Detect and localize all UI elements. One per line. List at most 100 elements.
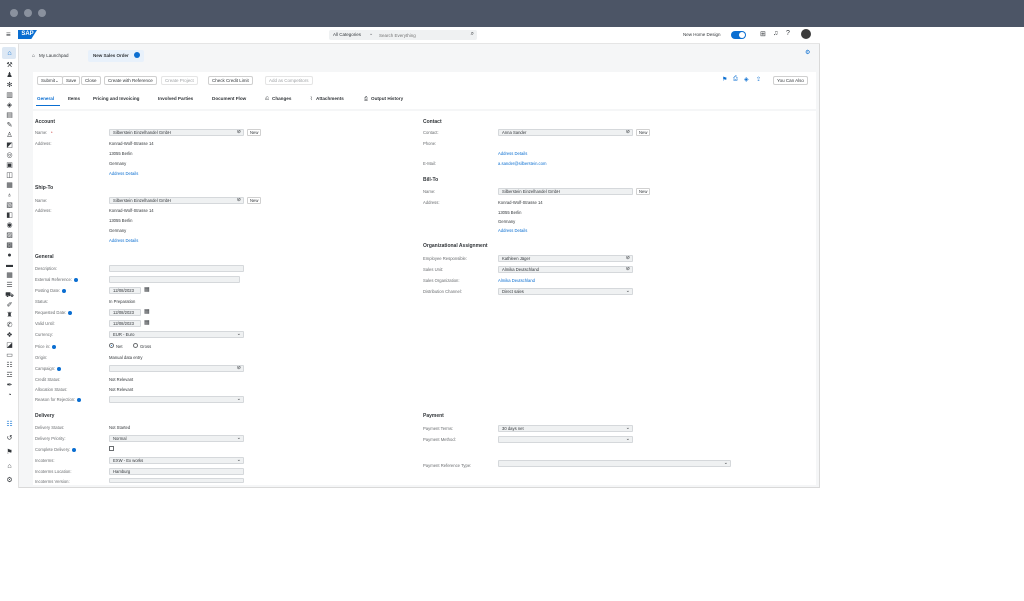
- tab-new-sales-order-label[interactable]: New Sales Order: [93, 50, 129, 62]
- user-avatar[interactable]: [801, 29, 811, 39]
- phone-icon[interactable]: ✆: [5, 321, 14, 330]
- tab-document-flow[interactable]: Document Flow: [212, 96, 246, 101]
- email-link[interactable]: a.sander@silberstein.com: [498, 161, 546, 166]
- cart-icon[interactable]: ◫: [5, 171, 14, 180]
- ship-to-name-input[interactable]: Silberstein Einzelhandel GmbH ⊘: [109, 197, 244, 204]
- payment-terms-select[interactable]: 30 days net ⌄: [498, 425, 633, 432]
- info-icon[interactable]: [74, 277, 79, 282]
- database-icon[interactable]: ▣: [5, 161, 14, 170]
- home-icon[interactable]: ⌂: [5, 49, 14, 58]
- archive-icon[interactable]: ▭: [5, 351, 14, 360]
- chevron-down-icon[interactable]: ⌄: [626, 437, 630, 442]
- tool-icon[interactable]: ⚒: [5, 61, 14, 70]
- link-icon[interactable]: ⊘: [237, 130, 241, 135]
- tab-attachments[interactable]: Attachments: [316, 96, 344, 101]
- wrench-icon[interactable]: ✎: [5, 121, 14, 130]
- tab-general[interactable]: General: [37, 96, 54, 101]
- box-icon[interactable]: ▬: [5, 261, 14, 270]
- window-maximize-button[interactable]: [38, 9, 46, 17]
- info-icon[interactable]: [77, 397, 82, 402]
- contact-new-button[interactable]: New: [636, 129, 651, 136]
- sales-organization-link[interactable]: Almika Deutschland: [498, 278, 535, 283]
- chevron-down-icon[interactable]: ⌄: [724, 461, 728, 466]
- info-icon[interactable]: [68, 310, 73, 315]
- gear-icon[interactable]: ⚙: [5, 476, 14, 485]
- contacts-icon[interactable]: ♜: [5, 311, 14, 320]
- tab-changes[interactable]: Changes: [272, 96, 291, 101]
- link-icon[interactable]: ⊘: [626, 130, 630, 135]
- delivery-priority-select[interactable]: Normal ⌄: [109, 435, 244, 442]
- account-new-button[interactable]: New: [247, 129, 262, 136]
- chevron-down-icon[interactable]: ⌄: [237, 458, 241, 463]
- account-address-details-link[interactable]: Address Details: [109, 171, 138, 176]
- rejection-reason-select[interactable]: ⌄: [109, 396, 244, 403]
- shipping-icon[interactable]: ⛟: [5, 291, 14, 300]
- link-icon[interactable]: ⊘: [626, 256, 630, 261]
- share-icon[interactable]: ⇪: [756, 76, 761, 83]
- incoterms-location-input[interactable]: Hamburg: [109, 468, 244, 475]
- chevron-down-icon[interactable]: ⌄: [369, 31, 373, 37]
- print-icon[interactable]: ⎙: [733, 76, 738, 83]
- edit-icon[interactable]: ✐: [5, 301, 14, 310]
- description-input[interactable]: [109, 265, 244, 272]
- stack-icon[interactable]: ☷: [5, 361, 14, 370]
- external-reference-input[interactable]: [109, 276, 240, 283]
- price-gross-radio[interactable]: [133, 343, 138, 348]
- earth-icon[interactable]: ●: [5, 251, 14, 260]
- info-icon[interactable]: [57, 366, 62, 371]
- info-icon[interactable]: [52, 344, 57, 349]
- bill-to-address-details-link[interactable]: Address Details: [498, 228, 527, 233]
- message-icon[interactable]: ▨: [5, 231, 14, 240]
- posting-date-input[interactable]: 12/08/2023: [109, 287, 141, 294]
- save-button[interactable]: Save: [62, 76, 81, 85]
- chevron-down-icon[interactable]: ⌄: [626, 426, 630, 431]
- chart-icon[interactable]: ▥: [5, 91, 14, 100]
- payment-reference-type-select[interactable]: ⌄: [498, 460, 731, 467]
- chevron-down-icon[interactable]: ⌄: [237, 397, 241, 402]
- tag-icon[interactable]: ◈: [744, 76, 749, 83]
- home-small-icon[interactable]: ⌂: [5, 462, 14, 471]
- hamburger-menu-icon[interactable]: ≡: [6, 30, 11, 39]
- currency-select[interactable]: EUR - Euro ⌄: [109, 331, 244, 338]
- calendar-icon[interactable]: ▧: [5, 201, 14, 210]
- search-input[interactable]: [379, 31, 467, 39]
- clipboard-icon[interactable]: ▩: [5, 241, 14, 250]
- new-design-toggle[interactable]: [731, 31, 746, 39]
- sales-unit-input[interactable]: Almika Deutschland ⊘: [498, 266, 633, 273]
- requested-date-input[interactable]: 12/08/2023: [109, 309, 141, 316]
- account-name-input[interactable]: Silberstein Einzelhandel GmbH ⊘: [109, 129, 244, 136]
- window-close-button[interactable]: [10, 9, 18, 17]
- search-box[interactable]: All Categories ⌄ ⌕: [329, 30, 477, 40]
- link-icon[interactable]: ♁: [5, 191, 14, 200]
- ship-to-new-button[interactable]: New: [247, 197, 262, 204]
- price-net-radio[interactable]: [109, 343, 114, 348]
- incoterms-select[interactable]: EXW - Ex works ⌄: [109, 457, 244, 464]
- incoterms-version-select[interactable]: [109, 478, 244, 483]
- users-icon[interactable]: ♟: [5, 71, 14, 80]
- globe-icon[interactable]: ◎: [5, 151, 14, 160]
- settings-icon[interactable]: ✻: [5, 81, 14, 90]
- tab-involved-parties[interactable]: Involved Parties: [158, 96, 193, 101]
- grid-icon[interactable]: ▦: [5, 271, 14, 280]
- bell-icon[interactable]: ♫: [773, 30, 778, 37]
- gift-icon[interactable]: ❖: [5, 331, 14, 340]
- chat-icon[interactable]: ◪: [5, 341, 14, 350]
- employee-responsible-input[interactable]: Kathleen Jäger ⊘: [498, 255, 633, 262]
- pen-icon[interactable]: ✒: [5, 381, 14, 390]
- launchpad-icon[interactable]: ⌂: [32, 53, 35, 59]
- tab-pricing[interactable]: Pricing and Invoicing: [93, 96, 139, 101]
- ship-to-address-details-link[interactable]: Address Details: [109, 238, 138, 243]
- link-icon[interactable]: ⊘: [626, 267, 630, 272]
- help-icon[interactable]: ?: [786, 30, 790, 37]
- payment-method-select[interactable]: ⌄: [498, 436, 633, 443]
- list-view-icon[interactable]: ☷: [5, 420, 14, 429]
- close-button[interactable]: Close: [81, 76, 101, 85]
- window-minimize-button[interactable]: [24, 9, 32, 17]
- tab-info-icon[interactable]: [134, 52, 140, 58]
- complete-delivery-checkbox[interactable]: [109, 446, 114, 451]
- folder-icon[interactable]: ▦: [5, 181, 14, 190]
- link-icon[interactable]: ⊘: [237, 198, 241, 203]
- search-icon[interactable]: ⌕: [471, 31, 474, 38]
- tab-my-launchpad[interactable]: My Launchpad: [39, 50, 69, 62]
- link-icon[interactable]: ⊘: [237, 366, 241, 371]
